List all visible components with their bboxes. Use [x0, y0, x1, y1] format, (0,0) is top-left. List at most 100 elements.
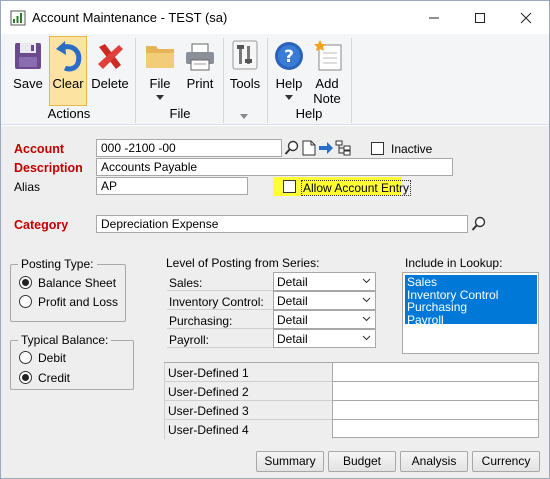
alias-input[interactable]: AP [96, 177, 248, 195]
undo-arrow-icon [56, 41, 82, 72]
level-of-posting-title: Level of Posting from Series: [166, 256, 320, 270]
account-maintenance-window: Account Maintenance - TEST (sa) Save Cle… [0, 0, 550, 479]
close-button[interactable] [503, 1, 549, 34]
list-item[interactable]: Payroll [407, 313, 498, 327]
user-defined-2-input[interactable] [332, 381, 539, 401]
chevron-down-icon [240, 114, 248, 119]
maximize-icon [475, 12, 485, 23]
sales-posting-select[interactable]: Detail [273, 272, 376, 291]
ribbon-toolbar: Save Clear Delete Actions File Print Fil… [1, 34, 549, 125]
category-label: Category [14, 218, 69, 232]
payroll-posting-label: Payroll: [169, 333, 210, 347]
inventory-control-posting-label: Inventory Control: [169, 295, 264, 309]
close-icon [520, 12, 532, 23]
user-defined-1-input[interactable] [332, 362, 539, 382]
purchasing-posting-value: Detail [277, 313, 308, 327]
analysis-button[interactable]: Analysis [400, 451, 468, 472]
user-defined-4-label: User-Defined 4 [164, 420, 333, 439]
include-in-lookup-list[interactable]: Sales Inventory Control Purchasing Payro… [402, 272, 539, 354]
currency-button[interactable]: Currency [472, 451, 540, 472]
grid-line [167, 347, 273, 348]
allow-account-entry-label: Allow Account Entry [301, 180, 412, 196]
window-title: Account Maintenance - TEST (sa) [32, 10, 228, 25]
ribbon-separator [223, 38, 224, 123]
include-in-lookup-title: Include in Lookup: [405, 256, 503, 270]
typical-balance-title: Typical Balance: [18, 333, 112, 347]
inventory-control-posting-select[interactable]: Detail [273, 291, 376, 310]
category-input[interactable]: Depreciation Expense [96, 215, 468, 233]
posting-type-title: Posting Type: [18, 257, 97, 271]
tools-label: Tools [229, 76, 261, 91]
inventory-control-posting-value: Detail [277, 294, 308, 308]
add-note-icon [314, 40, 342, 71]
lookup-items: Sales Inventory Control Purchasing Payro… [407, 276, 498, 326]
lookup-icon[interactable] [471, 216, 487, 232]
floppy-disk-icon [15, 43, 41, 69]
folder-icon [146, 46, 174, 68]
help-question-icon: ? [275, 42, 303, 70]
chevron-down-icon [285, 95, 293, 100]
list-item[interactable]: Purchasing [407, 301, 498, 314]
print-button[interactable]: Print [181, 37, 219, 105]
payroll-posting-select[interactable]: Detail [273, 329, 376, 348]
app-icon [10, 10, 26, 26]
inactive-checkbox[interactable] [371, 142, 384, 155]
file-menu-button[interactable]: File [141, 37, 179, 105]
printer-icon [186, 43, 214, 71]
chevron-down-icon [156, 95, 164, 100]
help-group-label: Help [295, 106, 323, 121]
lookup-icon[interactable] [284, 140, 300, 156]
save-button[interactable]: Save [7, 37, 49, 105]
tools-icon [232, 40, 258, 70]
grid-line [167, 328, 273, 329]
maximize-button[interactable] [457, 1, 503, 34]
save-label: Save [13, 76, 43, 91]
user-defined-labels: User-Defined 1 User-Defined 2 User-Defin… [164, 362, 333, 439]
credit-label: Credit [38, 371, 71, 385]
clear-button[interactable]: Clear [49, 36, 87, 106]
balance-sheet-radio[interactable] [19, 276, 32, 289]
ribbon-separator [351, 38, 352, 123]
credit-radio[interactable] [19, 371, 32, 384]
tools-button[interactable]: Tools [227, 37, 263, 105]
sales-posting-label: Sales: [169, 276, 203, 290]
debit-radio[interactable] [19, 351, 32, 364]
user-defined-3-label: User-Defined 3 [164, 401, 333, 420]
purchasing-posting-select[interactable]: Detail [273, 310, 376, 329]
chevron-down-icon [362, 316, 371, 322]
new-document-icon[interactable] [302, 140, 316, 156]
debit-label: Debit [38, 351, 67, 365]
sales-posting-value: Detail [277, 275, 308, 289]
chevron-down-icon [362, 297, 371, 303]
payroll-posting-value: Detail [277, 332, 308, 346]
delete-button[interactable]: Delete [89, 37, 131, 105]
allow-account-entry-checkbox[interactable] [283, 180, 296, 193]
delete-label: Delete [91, 76, 129, 91]
alias-label: Alias [14, 180, 41, 194]
help-button[interactable]: ? Help [271, 37, 307, 105]
account-input[interactable]: 000 -2100 -00 [96, 139, 282, 157]
balance-sheet-label: Balance Sheet [38, 276, 117, 290]
svg-text:?: ? [284, 47, 294, 67]
user-defined-3-input[interactable] [332, 400, 539, 420]
account-tree-icon[interactable] [335, 140, 351, 156]
clear-label: Clear [52, 76, 84, 91]
add-note-button[interactable]: Add Note [307, 37, 347, 107]
budget-button[interactable]: Budget [328, 451, 396, 472]
print-label: Print [186, 76, 214, 91]
chevron-down-icon [362, 335, 371, 341]
add-note-label-line1: Add [315, 76, 339, 91]
chevron-down-icon [362, 278, 371, 284]
account-label: Account [14, 142, 64, 156]
description-input[interactable]: Accounts Payable [96, 158, 453, 176]
description-label: Description [14, 161, 83, 175]
profit-and-loss-radio[interactable] [19, 295, 32, 308]
go-to-arrow-icon[interactable] [318, 140, 334, 156]
file-label: File [149, 76, 171, 91]
summary-button[interactable]: Summary [256, 451, 324, 472]
minimize-button[interactable] [411, 1, 457, 34]
grid-line [167, 290, 273, 291]
title-bar: Account Maintenance - TEST (sa) [1, 1, 549, 34]
list-item[interactable]: Sales [407, 276, 498, 289]
user-defined-4-input[interactable] [332, 419, 539, 438]
